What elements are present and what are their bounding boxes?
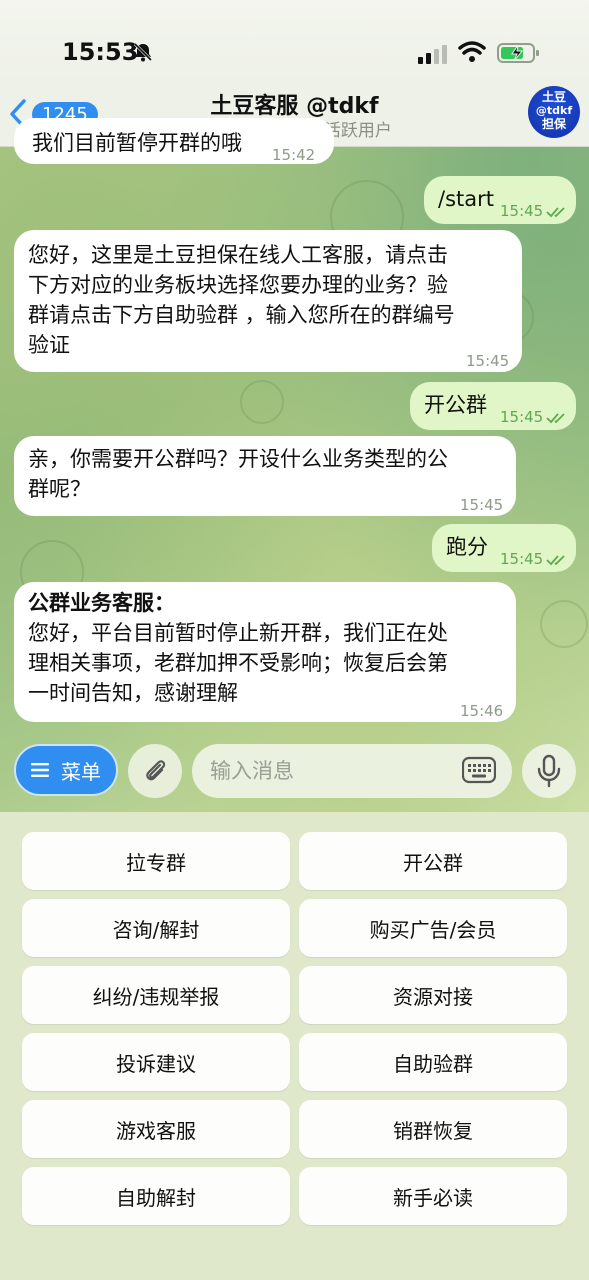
status-time: 15:53 bbox=[62, 38, 139, 66]
message-input-bar: 菜单 bbox=[0, 738, 589, 810]
message-line: 下方对应的业务板块选择您要办理的业务？验 bbox=[28, 273, 448, 297]
message-meta: 15:45 bbox=[500, 196, 568, 226]
keyboard-button-consult-unban[interactable]: 咨询/解封 bbox=[22, 899, 290, 957]
message-time: 15:45 bbox=[466, 352, 510, 370]
message-meta: 15:45 bbox=[500, 544, 568, 574]
microphone-icon bbox=[537, 754, 561, 788]
double-check-icon bbox=[546, 554, 565, 565]
wallpaper-doodle bbox=[540, 600, 588, 648]
bot-keyboard: 拉专群 开公群 咨询/解封 购买广告/会员 纠纷/违规举报 资源对接 投诉建议 … bbox=[0, 812, 589, 1280]
keyboard-button-buy-ads-membership[interactable]: 购买广告/会员 bbox=[299, 899, 567, 957]
message-line: 群请点击下方自助验群 ，输入您所在的群编号 bbox=[28, 303, 455, 327]
message-text: 公群业务客服： 您好，平台目前暂时停止新开群，我们正在处 理相关事项，老群加押不… bbox=[28, 588, 448, 708]
outgoing-message[interactable]: /start 15:45 bbox=[424, 176, 576, 224]
message-meta: 15:45 bbox=[500, 402, 568, 432]
double-check-icon bbox=[546, 412, 565, 423]
message-line: 您好，这里是土豆担保在线人工客服，请点击 bbox=[28, 243, 448, 267]
keyboard-button-self-unban[interactable]: 自助解封 bbox=[22, 1167, 290, 1225]
message-line: 群呢？ bbox=[28, 477, 91, 501]
incoming-message[interactable]: 您好，这里是土豆担保在线人工客服，请点击 下方对应的业务板块选择您要办理的业务？… bbox=[14, 230, 522, 372]
menu-lines-icon bbox=[31, 763, 49, 777]
message-time: 15:45 bbox=[500, 202, 544, 220]
keyboard-button-beginner-guide[interactable]: 新手必读 bbox=[299, 1167, 567, 1225]
message-heading: 公群业务客服： bbox=[28, 591, 175, 615]
message-time: 15:46 bbox=[460, 702, 504, 720]
keyboard-toggle-icon[interactable] bbox=[462, 756, 496, 784]
message-line: 您好，平台目前暂时停止新开群，我们正在处 bbox=[28, 621, 448, 645]
message-text: 亲，你需要开公群吗？开设什么业务类型的公 群呢？ bbox=[28, 444, 448, 504]
message-line: 一时间告知，感谢理解 bbox=[28, 681, 238, 705]
outgoing-message[interactable]: 跑分 15:45 bbox=[432, 524, 576, 572]
status-bar: 15:53 bbox=[0, 0, 589, 84]
attach-button[interactable] bbox=[128, 744, 182, 798]
keyboard-button-dispute-report[interactable]: 纠纷/违规举报 bbox=[22, 966, 290, 1024]
message-time: 15:45 bbox=[460, 496, 504, 514]
keyboard-button-open-public-group[interactable]: 开公群 bbox=[299, 832, 567, 890]
message-line: 理相关事项，老群加押不受影响；恢复后会第 bbox=[28, 651, 448, 675]
wallpaper-doodle bbox=[240, 380, 284, 424]
keyboard-button-self-verify-group[interactable]: 自助验群 bbox=[299, 1033, 567, 1091]
keyboard-button-complaints[interactable]: 投诉建议 bbox=[22, 1033, 290, 1091]
incoming-message[interactable]: 公群业务客服： 您好，平台目前暂时停止新开群，我们正在处 理相关事项，老群加押不… bbox=[14, 582, 516, 722]
keyboard-button-private-group[interactable]: 拉专群 bbox=[22, 832, 290, 890]
muted-bell-icon bbox=[133, 42, 153, 62]
header-overlay-spacer bbox=[0, 84, 589, 146]
cellular-signal-icon bbox=[418, 45, 447, 64]
incoming-message[interactable]: 亲，你需要开公群吗？开设什么业务类型的公 群呢？ 15:45 bbox=[14, 436, 516, 516]
menu-button[interactable]: 菜单 bbox=[14, 744, 118, 796]
keyboard-button-game-support[interactable]: 游戏客服 bbox=[22, 1100, 290, 1158]
message-text: 您好，这里是土豆担保在线人工客服，请点击 下方对应的业务板块选择您要办理的业务？… bbox=[28, 240, 455, 360]
menu-button-label: 菜单 bbox=[61, 759, 101, 784]
message-text: /start bbox=[438, 187, 494, 211]
message-time: 15:45 bbox=[500, 408, 544, 426]
keyboard-button-group-restore[interactable]: 销群恢复 bbox=[299, 1100, 567, 1158]
keyboard-button-resource-matching[interactable]: 资源对接 bbox=[299, 966, 567, 1024]
outgoing-message[interactable]: 开公群 15:45 bbox=[410, 382, 576, 430]
battery-charging-icon bbox=[497, 43, 539, 63]
double-check-icon bbox=[546, 206, 565, 217]
message-text: 跑分 bbox=[446, 535, 488, 559]
microphone-button[interactable] bbox=[522, 744, 576, 798]
message-line: 亲，你需要开公群吗？开设什么业务类型的公 bbox=[28, 447, 448, 471]
message-text: 开公群 bbox=[424, 393, 487, 417]
message-line: 验证 bbox=[28, 333, 70, 357]
paperclip-icon bbox=[146, 760, 166, 781]
wifi-icon bbox=[458, 41, 486, 62]
message-time: 15:45 bbox=[500, 550, 544, 568]
